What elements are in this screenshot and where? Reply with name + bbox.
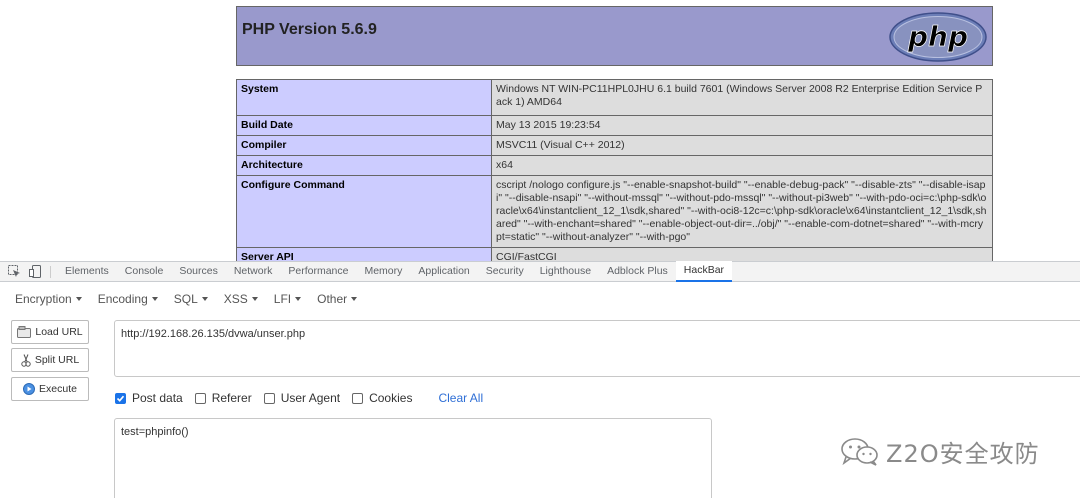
menu-label: Encoding	[97, 292, 148, 306]
post-data-input[interactable]: test=phpinfo()	[114, 418, 712, 498]
tab-sources[interactable]: Sources	[171, 261, 226, 282]
caret-down-icon	[351, 297, 358, 301]
checkbox-icon	[194, 392, 206, 404]
table-row: Configure Command cscript /nologo config…	[236, 175, 993, 248]
clear-all-link[interactable]: Clear All	[438, 391, 483, 405]
info-key: Compiler	[236, 135, 492, 156]
menu-sql[interactable]: SQL	[174, 292, 208, 306]
tab-lighthouse[interactable]: Lighthouse	[532, 261, 599, 282]
menu-label: Encryption	[15, 292, 72, 306]
info-key: Configure Command	[236, 175, 492, 248]
user-agent-checkbox[interactable]: User Agent	[263, 391, 341, 405]
cookies-checkbox[interactable]: Cookies	[352, 391, 412, 405]
menu-label: Other	[317, 292, 348, 306]
option-label: Referer	[211, 391, 252, 405]
table-row: System Windows NT WIN-PC11HPL0JHU 6.1 bu…	[236, 79, 993, 116]
menu-label: LFI	[273, 292, 292, 306]
url-input[interactable]: http://192.168.26.135/dvwa/unser.php	[114, 320, 1080, 377]
tab-network[interactable]: Network	[226, 261, 281, 282]
table-row: Build Date May 13 2015 19:23:54	[236, 115, 993, 136]
request-options: Post data Referer User Agent Cookies Cle…	[115, 390, 483, 406]
wechat-icon	[840, 437, 880, 467]
menu-lfi[interactable]: LFI	[273, 292, 302, 306]
table-row: Compiler MSVC11 (Visual C++ 2012)	[236, 135, 993, 156]
checkbox-icon	[263, 392, 275, 404]
menu-other[interactable]: Other	[317, 292, 358, 306]
option-label: User Agent	[280, 391, 341, 405]
tab-adblock-plus[interactable]: Adblock Plus	[599, 261, 676, 282]
info-key: Server API	[236, 247, 492, 261]
caret-down-icon	[251, 297, 258, 301]
info-value: May 13 2015 19:23:54	[491, 115, 993, 136]
tab-security[interactable]: Security	[478, 261, 532, 282]
inspect-element-icon[interactable]	[7, 265, 21, 279]
hackbar-menu: Encryption Encoding SQL XSS LFI Other	[0, 283, 1080, 315]
info-value: x64	[491, 155, 993, 176]
info-value: cscript /nologo configure.js "--enable-s…	[491, 175, 993, 248]
info-key: System	[236, 79, 492, 116]
tab-performance[interactable]: Performance	[280, 261, 356, 282]
tab-application[interactable]: Application	[410, 261, 477, 282]
caret-down-icon	[151, 297, 158, 301]
scissors-icon	[21, 353, 31, 367]
load-url-button[interactable]: Load URL	[11, 320, 89, 344]
caret-down-icon	[201, 297, 208, 301]
option-label: Cookies	[369, 391, 413, 405]
info-value: Windows NT WIN-PC11HPL0JHU 6.1 build 760…	[491, 79, 993, 116]
php-logo: php	[888, 11, 988, 68]
table-row: Architecture x64	[236, 155, 993, 176]
menu-label: SQL	[173, 292, 198, 306]
play-icon	[23, 383, 36, 395]
php-logo-text: php	[907, 20, 968, 53]
menu-encoding[interactable]: Encoding	[98, 292, 158, 306]
post-data-checkbox[interactable]: Post data	[115, 391, 183, 405]
load-url-label: Load URL	[35, 326, 83, 338]
execute-label: Execute	[39, 383, 77, 395]
split-url-button[interactable]: Split URL	[11, 348, 89, 372]
menu-xss[interactable]: XSS	[224, 292, 258, 306]
split-url-label: Split URL	[34, 354, 80, 366]
option-label: Post data	[132, 391, 183, 405]
watermark-text: Z2O安全攻防	[886, 440, 1040, 468]
tab-console[interactable]: Console	[117, 261, 172, 282]
caret-down-icon	[295, 297, 302, 301]
load-url-icon	[17, 326, 32, 338]
tab-elements[interactable]: Elements	[57, 261, 117, 282]
phpinfo-page: PHP Version 5.6.9 php System Windows NT …	[0, 0, 1080, 261]
table-row: Server API CGI/FastCGI	[236, 247, 993, 261]
device-toolbar-icon[interactable]	[28, 265, 42, 279]
devtools-panel: Elements Console Sources Network Perform…	[0, 261, 1080, 498]
caret-down-icon	[75, 297, 82, 301]
info-value: CGI/FastCGI	[491, 247, 993, 261]
php-info-table: System Windows NT WIN-PC11HPL0JHU 6.1 bu…	[236, 79, 993, 261]
checkbox-checked-icon	[115, 392, 126, 404]
menu-encryption[interactable]: Encryption	[15, 292, 82, 306]
toolbar-divider	[50, 265, 51, 278]
php-version-title: PHP Version 5.6.9	[242, 21, 377, 38]
info-value: MSVC11 (Visual C++ 2012)	[491, 135, 993, 156]
checkbox-icon	[352, 392, 364, 404]
tab-hackbar[interactable]: HackBar	[675, 261, 733, 282]
devtools-tab-bar: Elements Console Sources Network Perform…	[0, 261, 1080, 282]
referer-checkbox[interactable]: Referer	[194, 391, 252, 405]
menu-label: XSS	[223, 292, 248, 306]
execute-button[interactable]: Execute	[11, 377, 89, 401]
info-key: Architecture	[236, 155, 492, 176]
tab-memory[interactable]: Memory	[356, 261, 410, 282]
info-key: Build Date	[236, 115, 492, 136]
php-header: PHP Version 5.6.9 php	[236, 6, 993, 66]
watermark: Z2O安全攻防	[840, 434, 1040, 469]
